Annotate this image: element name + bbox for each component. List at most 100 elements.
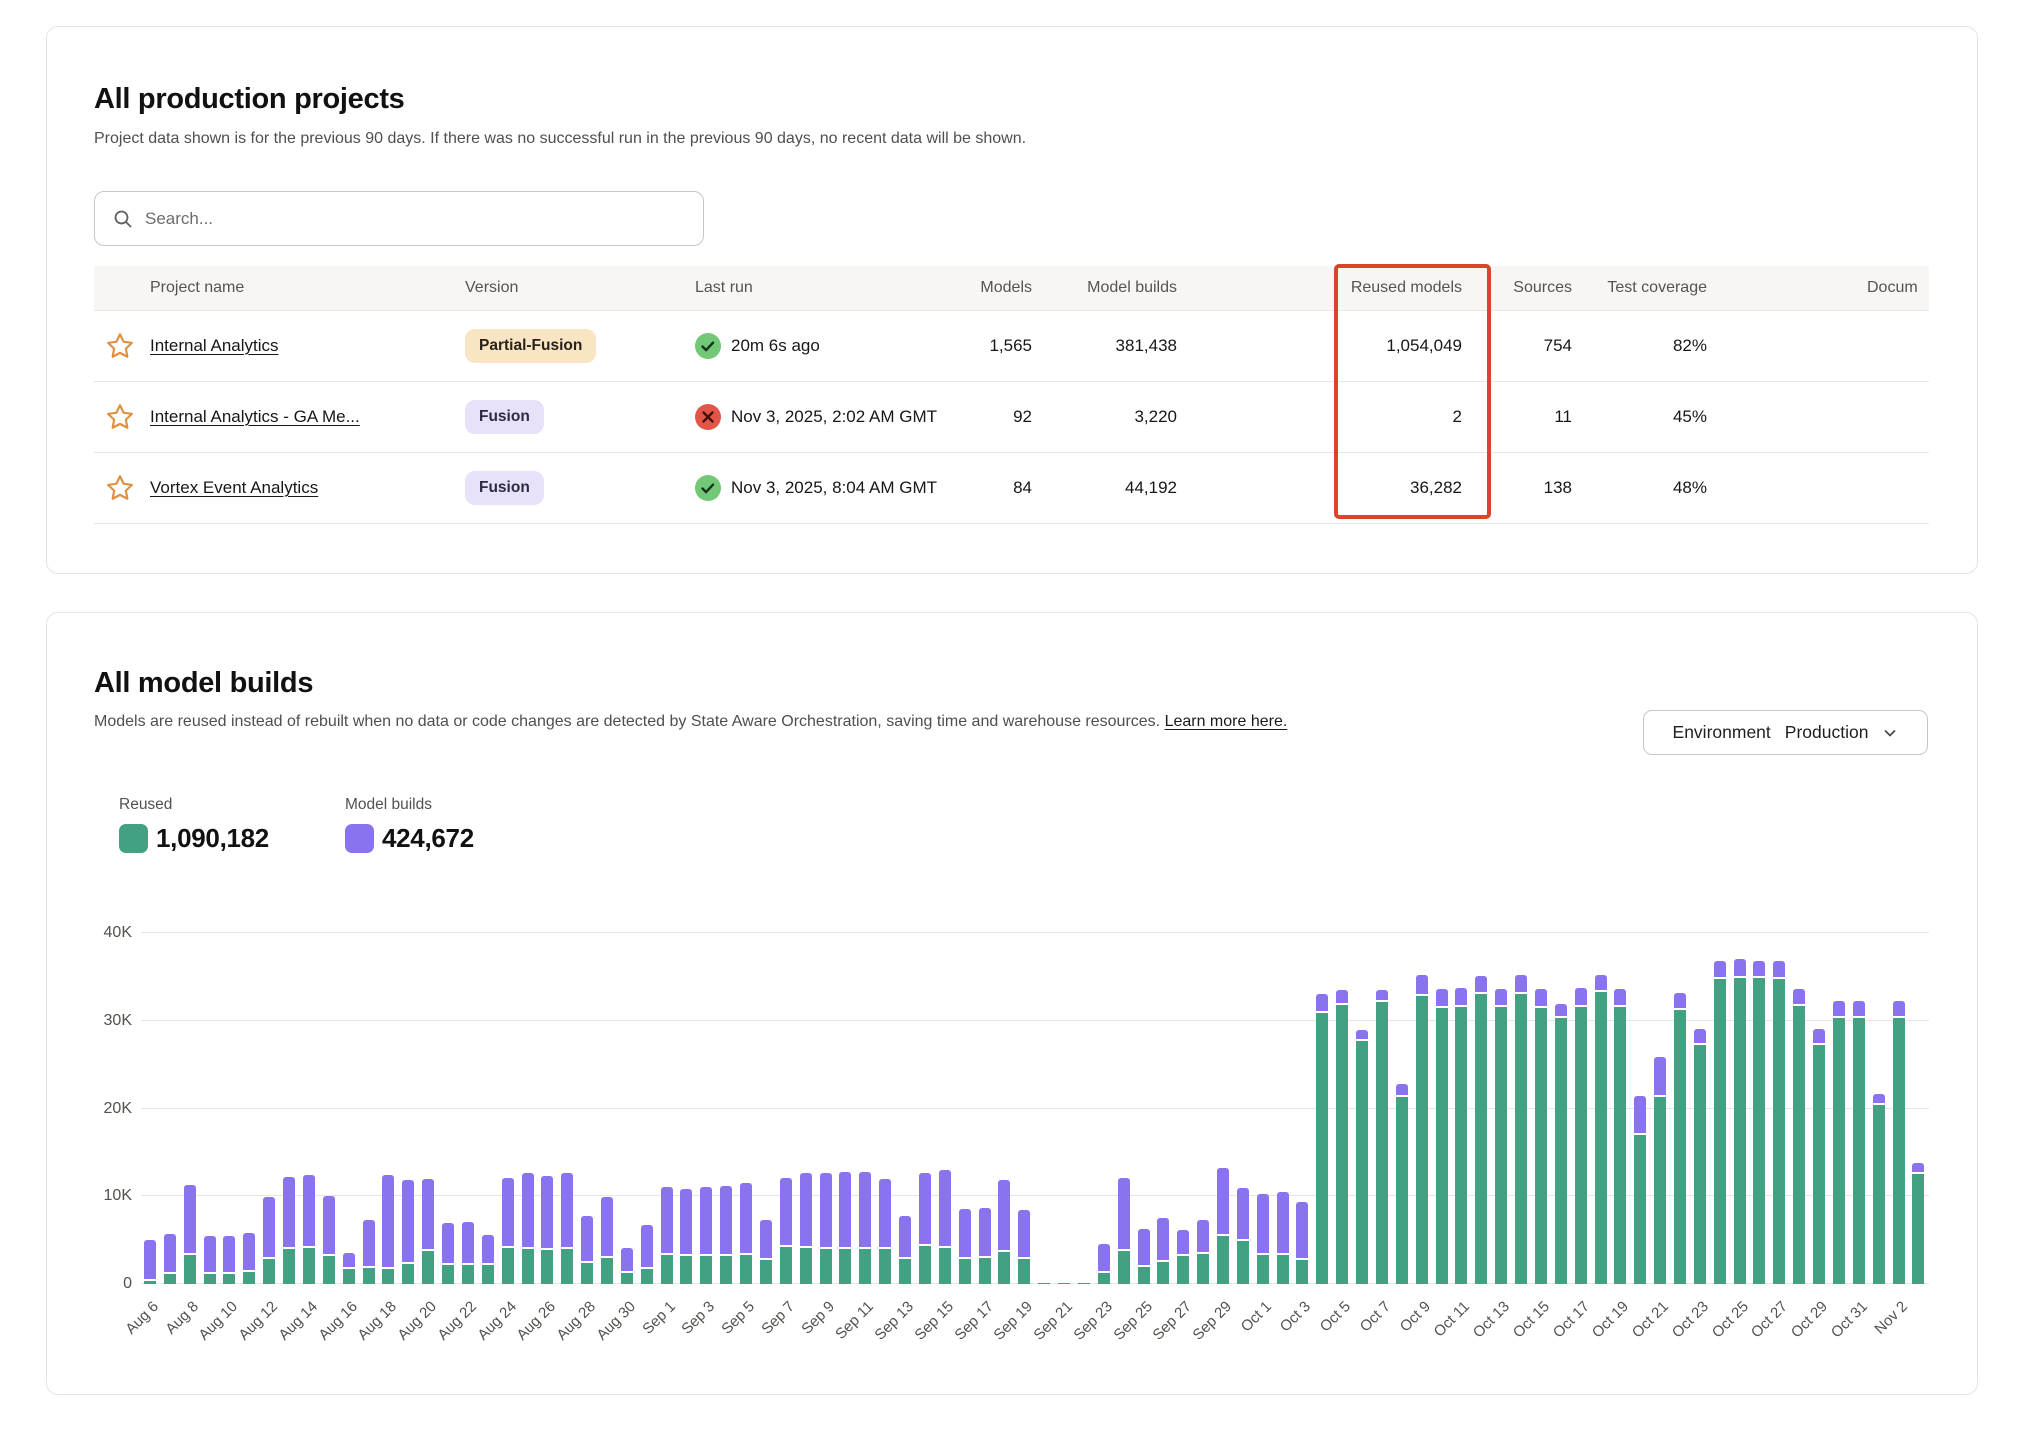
stacked-bar[interactable] [1296,1202,1308,1284]
stacked-bar[interactable] [1714,961,1726,1284]
stacked-bar[interactable] [303,1175,315,1284]
stacked-bar[interactable] [1912,1163,1924,1284]
stacked-bar[interactable] [482,1235,494,1284]
stacked-bar[interactable] [541,1176,553,1284]
stacked-bar[interactable] [1495,989,1507,1284]
stacked-bar[interactable] [502,1178,514,1284]
stacked-bar[interactable] [402,1180,414,1284]
stacked-bar[interactable] [1436,989,1448,1284]
stacked-bar[interactable] [1535,989,1547,1284]
stacked-bar[interactable] [1555,1004,1567,1284]
stacked-bar[interactable] [1475,976,1487,1284]
stacked-bar[interactable] [1257,1194,1269,1284]
stacked-bar[interactable] [442,1223,454,1284]
stacked-bar[interactable] [661,1187,673,1284]
stacked-bar[interactable] [800,1173,812,1284]
stacked-bar[interactable] [1694,1029,1706,1284]
stacked-bar[interactable] [1833,1001,1845,1284]
stacked-bar[interactable] [1038,1281,1050,1284]
stacked-bar[interactable] [899,1216,911,1284]
stacked-bar[interactable] [522,1173,534,1284]
search-input-wrapper[interactable] [94,191,704,246]
project-name-link[interactable]: Vortex Event Analytics [150,478,318,497]
stacked-bar[interactable] [700,1187,712,1284]
stacked-bar[interactable] [1674,993,1686,1284]
stacked-bar[interactable] [1634,1096,1646,1284]
stacked-bar[interactable] [323,1196,335,1284]
stacked-bar[interactable] [1416,975,1428,1284]
stacked-bar[interactable] [1217,1168,1229,1284]
stacked-bar[interactable] [1356,1030,1368,1284]
stacked-bar[interactable] [1316,994,1328,1284]
stacked-bar[interactable] [859,1172,871,1284]
header-model-builds[interactable]: Model builds [1036,279,1181,297]
stacked-bar[interactable] [1058,1281,1070,1284]
stacked-bar[interactable] [998,1180,1010,1284]
stacked-bar[interactable] [144,1240,156,1284]
stacked-bar[interactable] [1237,1188,1249,1285]
stacked-bar[interactable] [1515,975,1527,1284]
search-input[interactable] [145,209,685,229]
stacked-bar[interactable] [820,1173,832,1284]
header-sources[interactable]: Sources [1466,279,1576,297]
stacked-bar[interactable] [1614,989,1626,1284]
stacked-bar[interactable] [621,1248,633,1284]
stacked-bar[interactable] [223,1236,235,1284]
stacked-bar[interactable] [1376,990,1388,1284]
stacked-bar[interactable] [1575,988,1587,1284]
header-version[interactable]: Version [461,279,691,297]
stacked-bar[interactable] [740,1183,752,1284]
stacked-bar[interactable] [363,1220,375,1284]
stacked-bar[interactable] [1793,989,1805,1284]
stacked-bar[interactable] [1654,1057,1666,1284]
stacked-bar[interactable] [283,1177,295,1284]
stacked-bar[interactable] [343,1253,355,1284]
stacked-bar[interactable] [1277,1192,1289,1284]
stacked-bar[interactable] [204,1236,216,1284]
header-project-name[interactable]: Project name [146,279,461,297]
stacked-bar[interactable] [601,1197,613,1284]
stacked-bar[interactable] [979,1208,991,1284]
header-last-run[interactable]: Last run [691,279,976,297]
favorite-star-icon[interactable] [105,402,135,432]
header-reused-models[interactable]: Reused models [1181,279,1466,297]
stacked-bar[interactable] [581,1216,593,1284]
stacked-bar[interactable] [1157,1218,1169,1284]
stacked-bar[interactable] [1118,1178,1130,1284]
header-documentation[interactable]: Docum [1711,279,1929,297]
stacked-bar[interactable] [1893,1001,1905,1284]
stacked-bar[interactable] [263,1197,275,1284]
stacked-bar[interactable] [422,1179,434,1284]
stacked-bar[interactable] [1078,1281,1090,1284]
stacked-bar[interactable] [1177,1230,1189,1284]
project-name-link[interactable]: Internal Analytics - GA Me... [150,407,360,426]
stacked-bar[interactable] [1853,1001,1865,1284]
stacked-bar[interactable] [1753,961,1765,1284]
stacked-bar[interactable] [1197,1220,1209,1284]
project-name-link[interactable]: Internal Analytics [150,336,279,355]
stacked-bar[interactable] [879,1179,891,1284]
stacked-bar[interactable] [1396,1084,1408,1284]
stacked-bar[interactable] [1813,1029,1825,1284]
stacked-bar[interactable] [561,1173,573,1284]
favorite-star-icon[interactable] [105,331,135,361]
environment-select[interactable]: Environment Production [1643,710,1928,755]
stacked-bar[interactable] [1773,961,1785,1284]
stacked-bar[interactable] [680,1189,692,1284]
stacked-bar[interactable] [1455,988,1467,1284]
stacked-bar[interactable] [1873,1094,1885,1284]
stacked-bar[interactable] [919,1173,931,1284]
stacked-bar[interactable] [184,1185,196,1284]
stacked-bar[interactable] [243,1233,255,1284]
stacked-bar[interactable] [1734,959,1746,1284]
stacked-bar[interactable] [462,1222,474,1284]
stacked-bar[interactable] [780,1178,792,1284]
stacked-bar[interactable] [641,1225,653,1284]
stacked-bar[interactable] [1336,990,1348,1284]
favorite-star-icon[interactable] [105,473,135,503]
header-models[interactable]: Models [976,279,1036,297]
stacked-bar[interactable] [839,1172,851,1284]
stacked-bar[interactable] [1018,1210,1030,1284]
stacked-bar[interactable] [164,1234,176,1284]
header-test-coverage[interactable]: Test coverage [1576,279,1711,297]
